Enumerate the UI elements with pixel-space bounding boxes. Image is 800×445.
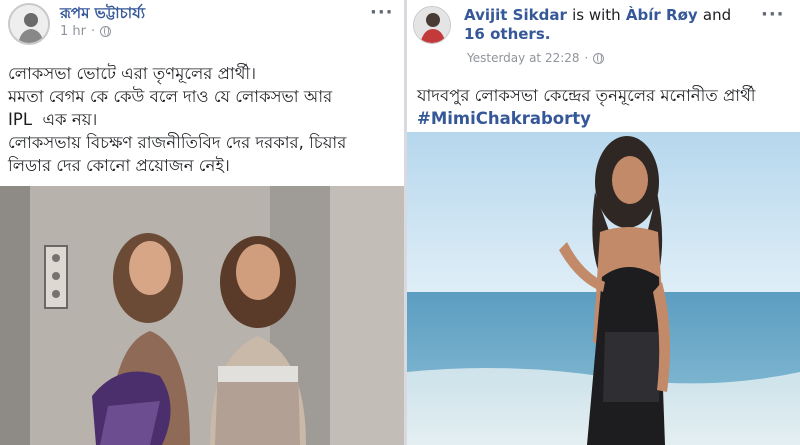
author-name[interactable]: Avijit Sikdar	[464, 6, 567, 24]
avatar[interactable]	[8, 3, 50, 45]
avatar-photo	[10, 5, 48, 43]
photo-two-women	[0, 186, 404, 445]
post-meta: Yesterday at 22:28 ·	[467, 51, 605, 65]
post-text-line: লিডার দের কোনো প্রয়োজন নেই।	[8, 156, 230, 175]
post-text: যাদবপুর লোকসভা কেন্দ্রের তৃনমূলের মনোনীত…	[417, 84, 797, 130]
more-dots-icon[interactable]: ···	[761, 4, 785, 25]
post-text-line: লোকসভায় বিচক্ষণ রাজনীতিবিদ দের দরকার, চ…	[8, 133, 347, 152]
post-photo[interactable]	[0, 186, 404, 445]
photo-beach	[407, 132, 800, 445]
more-dots-icon[interactable]: ···	[370, 2, 394, 23]
tagged-name[interactable]: Àbír Røy	[626, 6, 698, 24]
post-text: লোকসভা ভোটে এরা তৃণমূলের প্রার্থী। মমতা ব…	[8, 62, 403, 177]
globe-icon	[593, 52, 605, 64]
post-header: Avijit Sikdar is with Àbír Røy and 16 ot…	[464, 6, 774, 44]
hashtag-link[interactable]: #MimiChakraborty	[417, 107, 797, 130]
timestamp[interactable]: 1 hr	[60, 24, 86, 39]
avatar[interactable]	[413, 6, 451, 44]
avatar-photo	[414, 7, 450, 43]
globe-icon	[100, 26, 112, 37]
post-text-line: যাদবপুর লোকসভা কেন্দ্রের তৃনমূলের মনোনীত…	[417, 86, 756, 105]
post-left: রূপম ভট্টাচার্য্য 1 hr · ··· লোকসভা ভোটে…	[0, 0, 405, 445]
post-text-line: লোকসভা ভোটে এরা তৃণমূলের প্রার্থী।	[8, 64, 257, 83]
post-meta: 1 hr ·	[60, 24, 112, 39]
timestamp[interactable]: Yesterday at 22:28	[467, 51, 580, 65]
post-text-line: IPL এক নয়।	[8, 110, 98, 129]
post-photo[interactable]	[407, 132, 800, 445]
with-text: is with	[572, 6, 621, 24]
and-text: and	[702, 6, 732, 24]
others-link[interactable]: 16 others.	[464, 25, 550, 43]
post-right: Avijit Sikdar is with Àbír Røy and 16 ot…	[407, 0, 800, 445]
post-text-line: মমতা বেগম কে কেউ বলে দাও যে লোকসভা আর	[8, 87, 333, 106]
